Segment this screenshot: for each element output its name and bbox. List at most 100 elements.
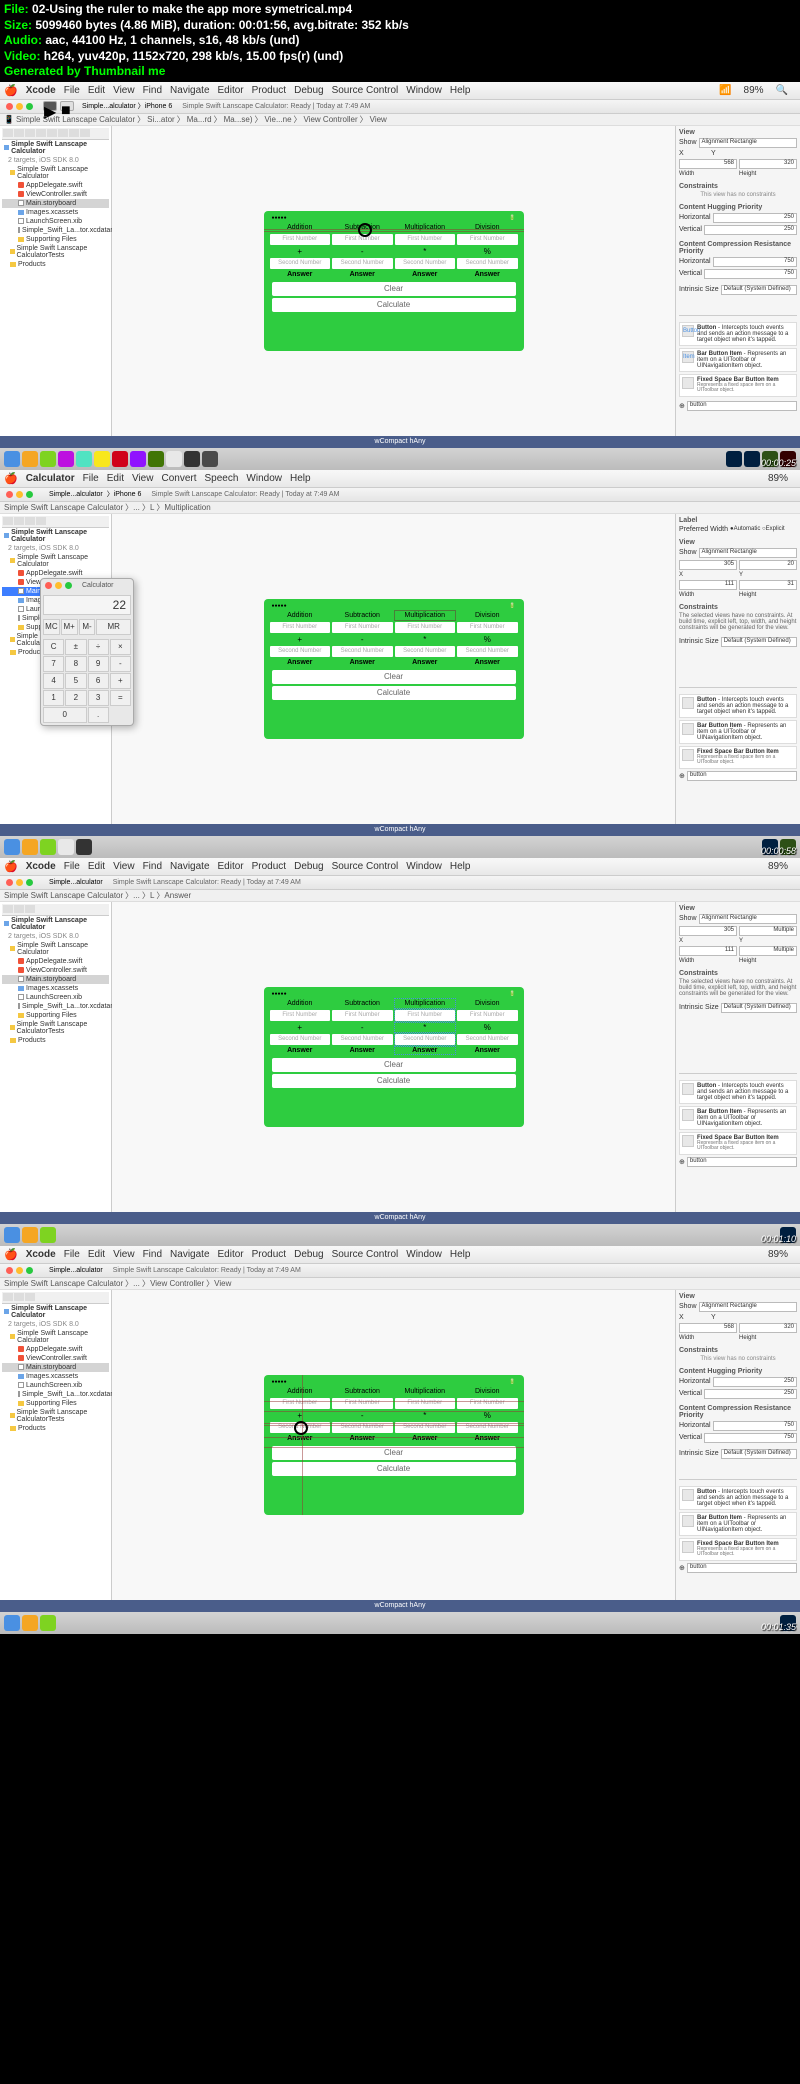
v-priority[interactable]: 250 [704,225,797,235]
calc-mul[interactable]: × [110,639,131,655]
window-controls[interactable] [0,491,39,498]
run-button[interactable]: ▶ [43,101,57,111]
phone-canvas[interactable]: ●●●●●🔋 Addition Subtraction Multiplicati… [264,599,524,739]
dock-app[interactable] [58,451,74,467]
nav-datamodel[interactable]: Simple_Swift_La...tor.xcdatamodeld [2,226,109,235]
canvas[interactable]: ●●●●●🔋 Addition Subtraction Multiplicati… [112,514,675,824]
calc-c[interactable]: C [43,639,64,655]
dock-app[interactable] [184,451,200,467]
menu-navigate[interactable]: Navigate [170,85,209,96]
input-second[interactable]: Second Number [457,258,518,269]
input-first[interactable]: First Number [332,234,393,245]
menu-convert[interactable]: Convert [161,473,196,484]
menu-speech[interactable]: Speech [204,473,238,484]
clear-button[interactable]: Clear [272,282,516,296]
calc-9[interactable]: 9 [88,656,109,672]
calc-plus[interactable]: + [110,673,131,689]
lib-button[interactable]: ButtonButton - Intercepts touch events a… [679,322,797,346]
breadcrumb[interactable]: Simple Swift Lanscape Calculator〉... 〉L … [0,502,800,514]
nav-project[interactable]: Simple Swift Lanscape Calculator [2,140,109,156]
calc-4[interactable]: 4 [43,673,64,689]
calc-div[interactable]: ÷ [88,639,109,655]
nav-viewcontroller[interactable]: ViewController.swift [2,190,109,199]
input-second[interactable]: Second Number [395,258,456,269]
dock-app[interactable] [94,451,110,467]
calc-eq[interactable]: = [110,690,131,706]
input-second[interactable]: Second Number [332,258,393,269]
calculate-button[interactable]: Calculate [272,298,516,312]
dock-app[interactable] [130,451,146,467]
input-first[interactable]: First Number [395,234,456,245]
dock-finder[interactable] [4,451,20,467]
nav-launch[interactable]: LaunchScreen.xib [2,217,109,226]
dock-app[interactable] [148,451,164,467]
menu-file[interactable]: File [64,85,80,96]
search-icon[interactable]: 🔍 [776,85,788,96]
menu-debug[interactable]: Debug [294,85,323,96]
nav-appdelegate[interactable]: AppDelegate.swift [2,181,109,190]
app-name[interactable]: Xcode [26,85,56,96]
calc-minus[interactable]: - [110,656,131,672]
calc-mc[interactable]: MC [43,619,60,635]
menu-edit[interactable]: Edit [88,85,105,96]
menu-help[interactable]: Help [290,473,311,484]
menu-edit[interactable]: Edit [107,473,124,484]
lib-search[interactable]: button [687,401,797,411]
dock-ae[interactable] [726,451,742,467]
menu-window[interactable]: Window [406,85,442,96]
nav-tests[interactable]: Simple Swift Lanscape CalculatorTests [2,244,109,260]
nav-products[interactable]: Products [2,260,109,269]
calc-dot[interactable]: . [88,707,109,723]
menu-window[interactable]: Window [246,473,282,484]
stop-button[interactable]: ■ [60,101,74,111]
wifi-icon[interactable]: 📶 [719,85,731,96]
calc-5[interactable]: 5 [65,673,86,689]
input-first[interactable]: First Number [457,234,518,245]
calc-7[interactable]: 7 [43,656,64,672]
y-input[interactable]: 320 [739,159,797,169]
menu-view[interactable]: View [132,473,154,484]
calc-pm[interactable]: ± [65,639,86,655]
dock-app[interactable] [76,451,92,467]
lib-baritem[interactable]: ItemBar Button Item - Represents an item… [679,348,797,372]
apple-icon[interactable]: 🍎 [4,84,18,97]
nav-supporting[interactable]: Supporting Files [2,235,109,244]
calc-3[interactable]: 3 [88,690,109,706]
menu-help[interactable]: Help [450,85,471,96]
navigator-tabs[interactable] [2,128,109,140]
breadcrumb[interactable]: 📱Simple Swift Lanscape Calculator〉 Si...… [0,114,800,126]
scheme-selector[interactable]: Simple...alculator 〉iPhone 6 [82,101,172,111]
dock-app[interactable] [22,451,38,467]
size-class-bar[interactable]: wCompact hAny [0,436,800,448]
dock-ps[interactable] [744,451,760,467]
show-dropdown[interactable]: Alignment Rectangle [699,138,797,148]
dock-app[interactable] [40,451,56,467]
menu-editor[interactable]: Editor [218,85,244,96]
v-resist[interactable]: 750 [704,269,797,279]
lib-fixed[interactable]: Fixed Space Bar Button ItemRepresents a … [679,374,797,397]
calc-1[interactable]: 1 [43,690,64,706]
phone-canvas[interactable]: ●●●●●🔋 Addition Subtraction Multiplicati… [264,211,524,351]
calc-0[interactable]: 0 [43,707,87,723]
nav-storyboard[interactable]: Main.storyboard [2,199,109,208]
nav-folder[interactable]: Simple Swift Lanscape Calculator [2,165,109,181]
x-input[interactable]: 568 [679,159,737,169]
input-second[interactable]: Second Number [270,258,331,269]
menu-source[interactable]: Source Control [332,85,399,96]
calc-8[interactable]: 8 [65,656,86,672]
input-first[interactable]: First Number [270,234,331,245]
apple-icon[interactable]: 🍎 [4,472,18,485]
calc-6[interactable]: 6 [88,673,109,689]
window-controls[interactable] [0,103,39,110]
calc-mminus[interactable]: M- [79,619,96,635]
nav-images[interactable]: Images.xcassets [2,208,109,217]
calc-2[interactable]: 2 [65,690,86,706]
h-priority[interactable]: 250 [713,213,797,223]
menu-view[interactable]: View [113,85,135,96]
dock-app[interactable] [202,451,218,467]
h-resist[interactable]: 750 [713,257,797,267]
dock-app[interactable] [166,451,182,467]
dock-app[interactable] [112,451,128,467]
app-name[interactable]: Calculator [26,473,75,484]
calculator-window[interactable]: Calculator 22 MC M+ M- MR C ± ÷ × 7 8 9 … [40,578,134,726]
